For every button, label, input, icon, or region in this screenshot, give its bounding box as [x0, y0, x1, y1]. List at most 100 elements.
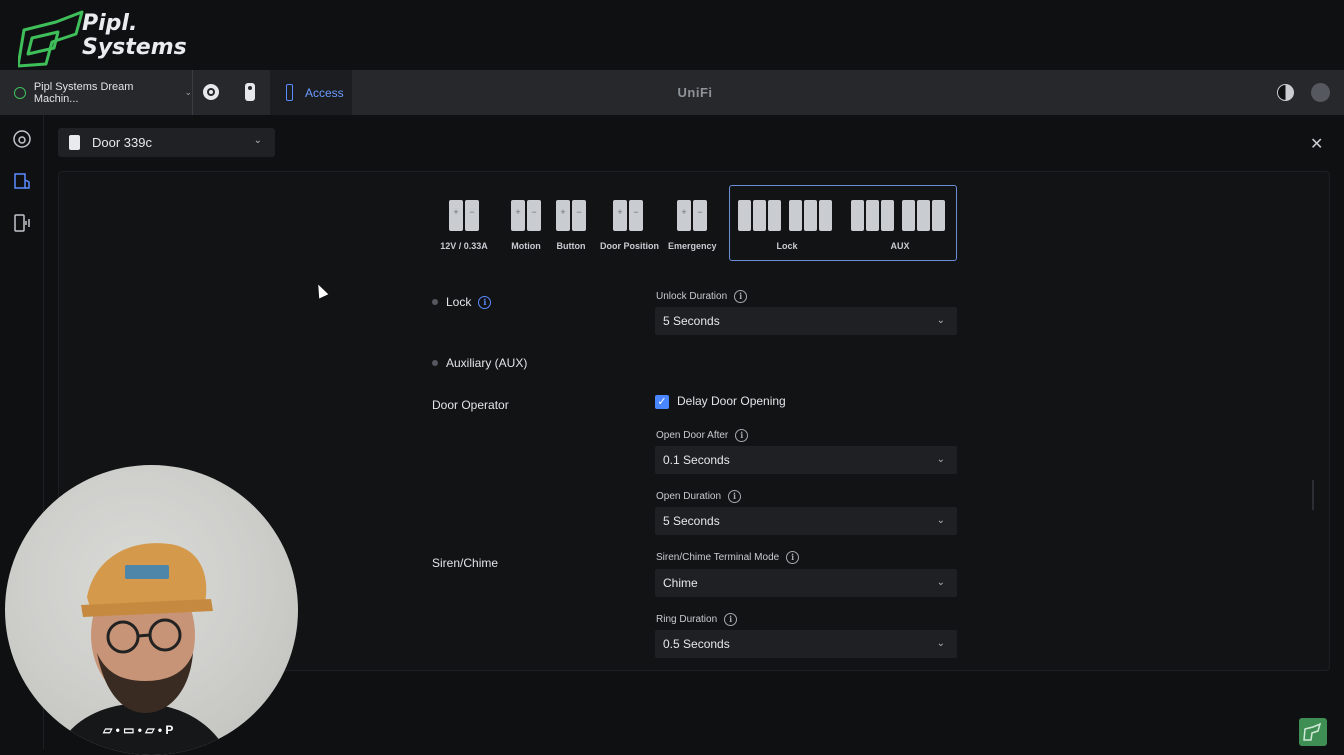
- section-lock: Lock i: [432, 295, 492, 309]
- field-label: Open Duration: [656, 491, 722, 502]
- section-aux: Auxiliary (AUX): [432, 356, 527, 370]
- globe-icon: [14, 86, 26, 99]
- terminal-motion: + −: [511, 200, 541, 231]
- terminal-pin: [881, 200, 894, 231]
- doorbell-app-button[interactable]: [240, 82, 260, 102]
- door-selector-value: Door 339c: [92, 135, 152, 150]
- terminal-pin: [932, 200, 945, 231]
- terminal-pin: [789, 200, 802, 231]
- terminal-pin: +: [556, 200, 570, 231]
- site-name: Pipl Systems Dream Machin...: [33, 80, 134, 105]
- chevron-down-icon: ⌄: [936, 515, 945, 526]
- webcam-overlay: ▱ • ▭ • ▱ • P: [5, 465, 298, 755]
- open-duration-label: Open Duration i: [656, 490, 742, 503]
- info-icon[interactable]: i: [724, 613, 738, 626]
- section-aux-label: Auxiliary (AUX): [446, 356, 528, 370]
- terminal-pin: −: [572, 200, 586, 231]
- access-icon: [286, 84, 293, 101]
- terminal-pin: +: [449, 200, 463, 231]
- info-icon[interactable]: i: [786, 551, 800, 564]
- field-label: Open Door After: [656, 430, 729, 441]
- ring-duration-select[interactable]: 0.5 Seconds ⌄: [655, 630, 957, 658]
- theme-toggle-icon[interactable]: [1277, 84, 1294, 101]
- open-duration-select[interactable]: 5 Seconds ⌄: [655, 507, 957, 535]
- terminal-label: AUX: [890, 241, 910, 251]
- info-icon[interactable]: i: [734, 290, 748, 303]
- status-dot: [432, 299, 438, 305]
- terminal-pin: [819, 200, 832, 231]
- terminal-label: Button: [556, 241, 586, 251]
- terminal-pin: [917, 200, 930, 231]
- chevron-down-icon: ⌄: [253, 135, 262, 146]
- field-label: Siren/Chime Terminal Mode: [656, 552, 780, 563]
- terminal-label: Door Position: [600, 241, 659, 251]
- terminal-pin: [768, 200, 781, 231]
- select-value: 5 Seconds: [663, 514, 720, 528]
- siren-mode-label: Siren/Chime Terminal Mode i: [656, 551, 800, 564]
- webcam-caption: ▱ • ▭ • ▱ • P: [103, 723, 173, 737]
- terminal-label: Motion: [511, 241, 541, 251]
- divider: [192, 70, 193, 115]
- unlock-duration-label: Unlock Duration i: [656, 290, 748, 303]
- camera-icon: [203, 84, 219, 100]
- terminal-pin: +: [511, 200, 525, 231]
- select-value: 0.1 Seconds: [663, 453, 730, 467]
- terminal-pin: +: [677, 200, 691, 231]
- terminal-lock: [738, 200, 832, 231]
- terminal-label: Emergency: [668, 241, 717, 251]
- scrollbar[interactable]: [1312, 480, 1314, 510]
- terminal-label: Lock: [776, 241, 798, 251]
- info-icon[interactable]: i: [478, 295, 492, 309]
- select-value: Chime: [663, 576, 698, 590]
- terminal-pin: [738, 200, 751, 231]
- terminal-label: 12V / 0.33A: [440, 241, 488, 251]
- status-dot: [432, 360, 438, 366]
- select-value: 0.5 Seconds: [663, 637, 730, 651]
- section-door-operator: Door Operator: [432, 398, 509, 412]
- terminal-pin: −: [465, 200, 479, 231]
- door-selector[interactable]: Door 339c ⌄: [58, 128, 275, 157]
- devices-icon[interactable]: [12, 213, 32, 233]
- terminal-pin: [804, 200, 817, 231]
- terminal-pin: −: [693, 200, 707, 231]
- terminal-pin: [851, 200, 864, 231]
- user-avatar-icon[interactable]: [1311, 83, 1330, 102]
- select-value: 5 Seconds: [663, 314, 720, 328]
- chevron-down-icon: ⌄: [936, 638, 945, 649]
- logo-line-1: Pipl.: [82, 11, 138, 36]
- tab-access[interactable]: Access: [270, 70, 352, 115]
- siren-mode-select[interactable]: Chime ⌄: [655, 569, 957, 597]
- chevron-down-icon: ⌄: [184, 87, 192, 97]
- unlock-duration-select[interactable]: 5 Seconds ⌄: [655, 307, 957, 335]
- field-label: Unlock Duration: [656, 291, 728, 302]
- logo-line-2: Systems: [82, 35, 187, 60]
- terminal-pin: −: [629, 200, 643, 231]
- terminal-button: + −: [556, 200, 586, 231]
- chevron-down-icon: ⌄: [936, 454, 945, 465]
- top-navigation-bar: Pipl Systems Dream Machin... ⌄ Access Un…: [0, 70, 1344, 115]
- close-icon[interactable]: ✕: [1310, 134, 1323, 154]
- delay-door-opening-label: Delay Door Opening: [677, 394, 786, 408]
- door-map-icon[interactable]: [12, 171, 32, 191]
- site-selector[interactable]: Pipl Systems Dream Machin... ⌄: [0, 70, 192, 115]
- caption-letter: P: [165, 723, 174, 737]
- terminal-pin: [866, 200, 879, 231]
- door-device-icon: [69, 135, 80, 150]
- terminal-door-position: + −: [613, 200, 643, 231]
- info-icon[interactable]: i: [728, 490, 742, 503]
- unifi-brand: UniFi: [677, 85, 713, 100]
- section-lock-label: Lock: [446, 295, 472, 309]
- open-door-after-label: Open Door After i: [656, 429, 749, 442]
- terminal-pin: −: [527, 200, 541, 231]
- presenter-image: [53, 543, 229, 755]
- terminal-12v: + −: [449, 200, 479, 231]
- doorbell-icon: [245, 83, 255, 101]
- protect-app-button[interactable]: [201, 82, 221, 102]
- chevron-down-icon: ⌄: [936, 315, 945, 326]
- chat-icon: ▱ • ▭ • ▱ •: [103, 723, 166, 737]
- terminal-pin: [753, 200, 766, 231]
- activity-icon[interactable]: [12, 129, 32, 149]
- delay-door-opening-checkbox[interactable]: ✓: [655, 395, 669, 409]
- open-door-after-select[interactable]: 0.1 Seconds ⌄: [655, 446, 957, 474]
- info-icon[interactable]: i: [735, 429, 749, 442]
